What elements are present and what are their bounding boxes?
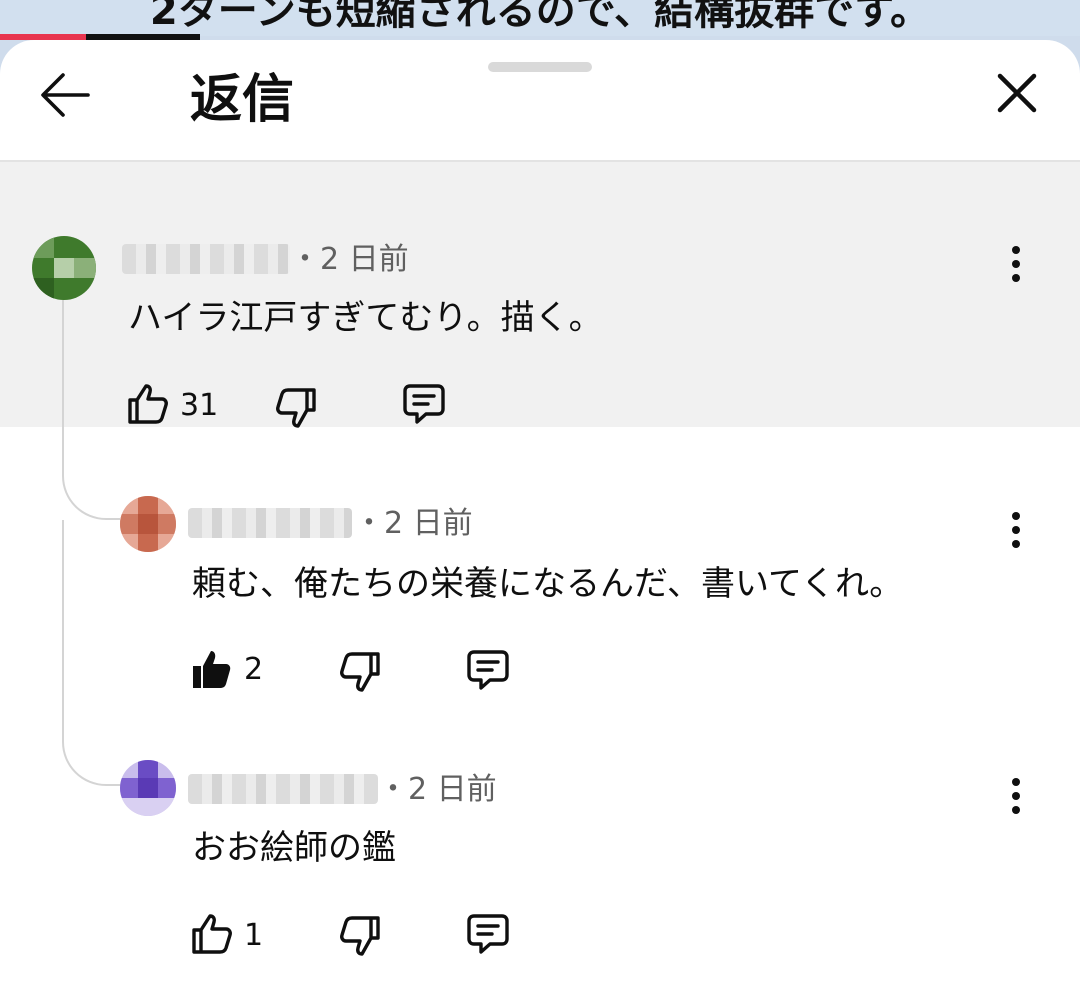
like-count: 1 (244, 918, 264, 953)
back-button[interactable] (36, 66, 94, 124)
comment-text: 頼む、俺たちの栄養になるんだ、書いてくれ。 (192, 564, 904, 604)
more-options-button[interactable] (996, 240, 1036, 288)
comment-author[interactable] (188, 774, 378, 804)
thread-connector (62, 520, 120, 786)
dislike-button[interactable] (336, 912, 384, 960)
comment-icon (467, 650, 509, 690)
avatar[interactable] (120, 496, 176, 552)
like-count: 31 (180, 388, 219, 423)
comment-time: ・2 日前 (290, 242, 409, 277)
dislike-button[interactable] (272, 384, 320, 432)
comment-text: おお絵師の鑑 (192, 828, 396, 868)
arrow-left-icon (41, 73, 90, 117)
avatar[interactable] (120, 760, 176, 816)
thumbs-down-icon (340, 652, 380, 692)
reply-button[interactable] (464, 910, 512, 958)
comment-text: ハイラ江戸すぎてむり。描く。 (128, 298, 603, 338)
reply-button[interactable] (464, 646, 512, 694)
avatar[interactable] (32, 236, 96, 300)
thumbs-down-icon (276, 388, 316, 428)
dislike-button[interactable] (336, 648, 384, 696)
background-caption: 2ターンも短縮されるので、結構抜群です。 (149, 0, 931, 34)
comment-icon (467, 914, 509, 954)
thumbs-up-icon (128, 384, 168, 424)
close-icon (997, 73, 1037, 113)
comment-icon (403, 384, 445, 424)
thumbs-up-icon (193, 651, 231, 688)
like-button[interactable] (188, 910, 236, 958)
more-options-button[interactable] (996, 772, 1036, 820)
more-vert-icon (1012, 246, 1020, 282)
like-count: 2 (244, 652, 264, 687)
like-button[interactable] (188, 646, 236, 694)
more-vert-icon (1012, 512, 1020, 548)
comment-time: ・2 日前 (354, 506, 473, 541)
comment-author[interactable] (188, 508, 352, 538)
comment-author[interactable] (122, 244, 290, 274)
comment-time: ・2 日前 (378, 772, 497, 807)
drag-handle[interactable] (488, 62, 592, 72)
thumbs-up-icon (192, 914, 232, 954)
like-button[interactable] (124, 380, 172, 428)
thumbs-down-icon (340, 916, 380, 956)
reply-button[interactable] (400, 380, 448, 428)
close-button[interactable] (990, 66, 1044, 120)
background-caption-strip: 2ターンも短縮されるので、結構抜群です。 (0, 0, 1080, 36)
page-title: 返信 (190, 70, 295, 130)
more-options-button[interactable] (996, 506, 1036, 554)
more-vert-icon (1012, 778, 1020, 814)
